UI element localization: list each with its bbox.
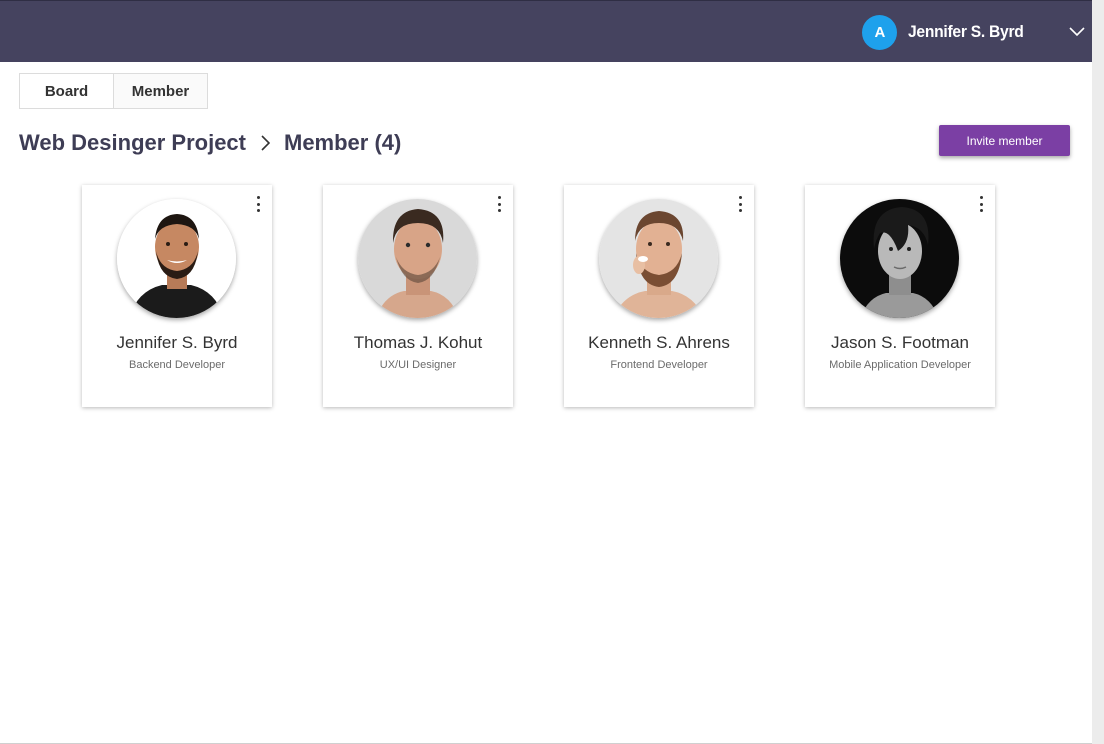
- tab-member[interactable]: Member: [114, 73, 208, 109]
- avatar[interactable]: A: [862, 14, 898, 50]
- user-name[interactable]: Jennifer S. Byrd: [908, 22, 1024, 42]
- serious-man-photo: [358, 199, 477, 318]
- member-role: Frontend Developer: [610, 359, 708, 371]
- breadcrumb: Web Desinger Project Member (4): [19, 128, 401, 158]
- member-role: Mobile Application Developer: [829, 359, 971, 371]
- user-menu[interactable]: A Jennifer S. Byrd: [862, 1, 1092, 63]
- tab-board[interactable]: Board: [19, 73, 114, 109]
- top-bar: A Jennifer S. Byrd: [0, 0, 1092, 62]
- member-name: Kenneth S. Ahrens: [588, 333, 730, 352]
- tab-bar: Board Member: [19, 73, 208, 109]
- bw-man-photo: [840, 199, 959, 318]
- breadcrumb-project[interactable]: Web Desinger Project: [19, 130, 246, 156]
- bearded-man-photo: [599, 199, 718, 318]
- scrollbar[interactable]: [1092, 0, 1104, 744]
- member-name: Jennifer S. Byrd: [116, 333, 238, 352]
- chevron-down-icon[interactable]: [1064, 19, 1090, 45]
- member-card[interactable]: Jennifer S. Byrd Backend Developer: [82, 185, 272, 407]
- member-card[interactable]: Thomas J. Kohut UX/UI Designer: [323, 185, 513, 407]
- more-vertical-icon[interactable]: [734, 194, 746, 214]
- more-vertical-icon[interactable]: [493, 194, 505, 214]
- member-name: Jason S. Footman: [831, 333, 969, 352]
- page: A Jennifer S. Byrd Board Member Web Desi…: [0, 0, 1104, 744]
- more-vertical-icon[interactable]: [975, 194, 987, 214]
- member-role: UX/UI Designer: [379, 359, 457, 371]
- member-role: Backend Developer: [128, 359, 225, 371]
- smiling-man-photo: [117, 199, 236, 318]
- chevron-right-icon: [246, 135, 284, 151]
- more-vertical-icon[interactable]: [252, 194, 264, 214]
- member-card[interactable]: Kenneth S. Ahrens Frontend Developer: [564, 185, 754, 407]
- member-name: Thomas J. Kohut: [353, 333, 483, 352]
- invite-member-button[interactable]: Invite member: [939, 125, 1070, 156]
- breadcrumb-current-page: Member (4): [284, 130, 402, 155]
- member-card[interactable]: Jason S. Footman Mobile Application Deve…: [805, 185, 995, 407]
